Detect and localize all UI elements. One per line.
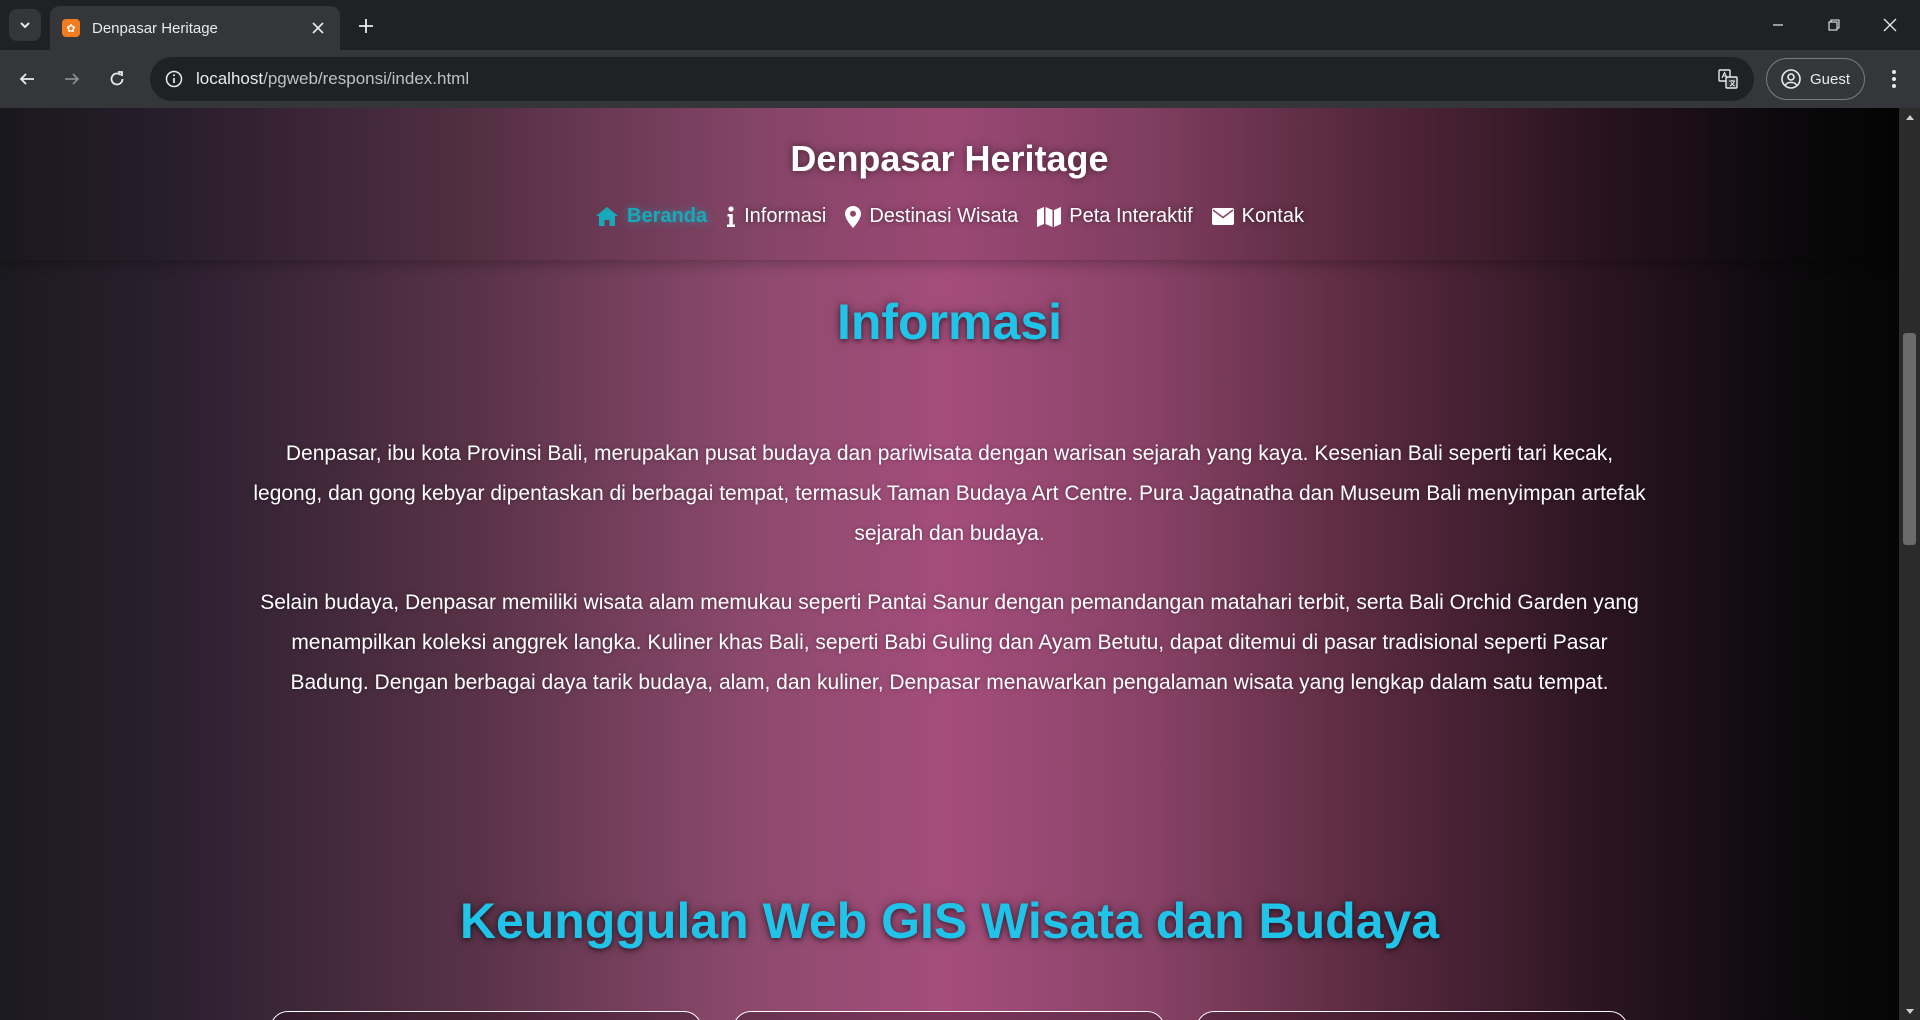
site-title: Denpasar Heritage <box>790 138 1109 179</box>
triangle-down-icon <box>1905 1008 1914 1014</box>
close-tab-button[interactable] <box>304 14 332 42</box>
minimize-button[interactable] <box>1750 0 1806 50</box>
back-button[interactable] <box>9 61 45 97</box>
address-bar[interactable]: localhost/pgweb/responsi/index.html <box>150 57 1754 101</box>
envelope-icon <box>1211 208 1234 225</box>
nav-label: Informasi <box>744 205 827 227</box>
browser-menu-button[interactable] <box>1876 61 1912 97</box>
translate-button[interactable] <box>1714 65 1742 93</box>
page-scrollbar[interactable] <box>1899 108 1920 1020</box>
nav-item-destinasi-wisata[interactable]: Destinasi Wisata <box>845 205 1018 228</box>
chevron-down-icon <box>20 22 30 29</box>
browser-toolbar: localhost/pgweb/responsi/index.html Gues… <box>0 50 1920 108</box>
site-info-button[interactable] <box>158 63 190 95</box>
nav-item-informasi[interactable]: Informasi <box>726 205 826 228</box>
close-icon <box>1883 18 1897 32</box>
close-icon <box>312 22 324 34</box>
home-icon <box>596 207 619 226</box>
nav-label: Beranda <box>627 205 708 227</box>
map-pin-icon <box>845 205 862 228</box>
feature-card <box>270 1011 702 1020</box>
reload-button[interactable] <box>99 61 135 97</box>
feature-card <box>1196 1011 1628 1020</box>
nav-item-kontak[interactable]: Kontak <box>1211 205 1304 228</box>
scroll-up-button[interactable] <box>1899 108 1920 126</box>
browser-tab[interactable]: ✿ Denpasar Heritage <box>50 6 340 50</box>
scroll-thumb[interactable] <box>1903 333 1916 545</box>
url-text[interactable]: localhost/pgweb/responsi/index.html <box>196 69 469 89</box>
tab-strip: ✿ Denpasar Heritage <box>0 0 1920 50</box>
feature-card <box>733 1011 1165 1020</box>
nav-item-beranda[interactable]: Beranda <box>595 205 707 228</box>
restore-button[interactable] <box>1806 0 1862 50</box>
tab-title: Denpasar Heritage <box>92 19 218 37</box>
profile-label: Guest <box>1810 70 1851 88</box>
site-favicon-icon: ✿ <box>62 19 80 37</box>
reload-icon <box>110 71 124 86</box>
nav-label: Kontak <box>1241 205 1304 227</box>
info-circle-icon <box>165 70 183 88</box>
restore-icon <box>1828 19 1840 31</box>
site-header: Denpasar Heritage Beranda Informasi Dest… <box>0 108 1899 260</box>
scroll-down-button[interactable] <box>1899 1002 1920 1020</box>
informasi-title: Informasi <box>836 294 1063 350</box>
minimize-icon <box>1773 24 1783 26</box>
arrow-left-icon <box>19 73 34 85</box>
account-circle-icon <box>1781 69 1801 89</box>
page-viewport: Denpasar Heritage Beranda Informasi Dest… <box>0 108 1899 1020</box>
map-icon <box>1037 206 1062 227</box>
main-nav: Beranda Informasi Destinasi Wisata Peta … <box>0 205 1899 228</box>
nav-item-peta-interaktif[interactable]: Peta Interaktif <box>1037 205 1193 228</box>
keunggulan-title: Keunggulan Web GIS Wisata dan Budaya <box>459 893 1440 949</box>
profile-button[interactable]: Guest <box>1766 58 1865 100</box>
plus-icon <box>359 19 373 33</box>
informasi-paragraph: Denpasar, ibu kota Provinsi Bali, merupa… <box>253 442 1646 545</box>
nav-label: Peta Interaktif <box>1069 205 1193 227</box>
url-path: /pgweb/responsi/index.html <box>263 69 470 88</box>
arrow-right-icon <box>65 73 80 85</box>
tab-search-button[interactable] <box>9 9 41 41</box>
triangle-up-icon <box>1905 114 1914 120</box>
forward-button[interactable] <box>54 61 90 97</box>
info-icon <box>727 205 736 227</box>
more-vert-icon <box>1892 70 1896 88</box>
informasi-paragraph: Selain budaya, Denpasar memiliki wisata … <box>260 591 1639 694</box>
translate-icon <box>1718 69 1738 89</box>
close-window-button[interactable] <box>1862 0 1918 50</box>
url-host: localhost <box>196 69 264 88</box>
new-tab-button[interactable] <box>350 10 382 42</box>
nav-label: Destinasi Wisata <box>869 205 1019 227</box>
